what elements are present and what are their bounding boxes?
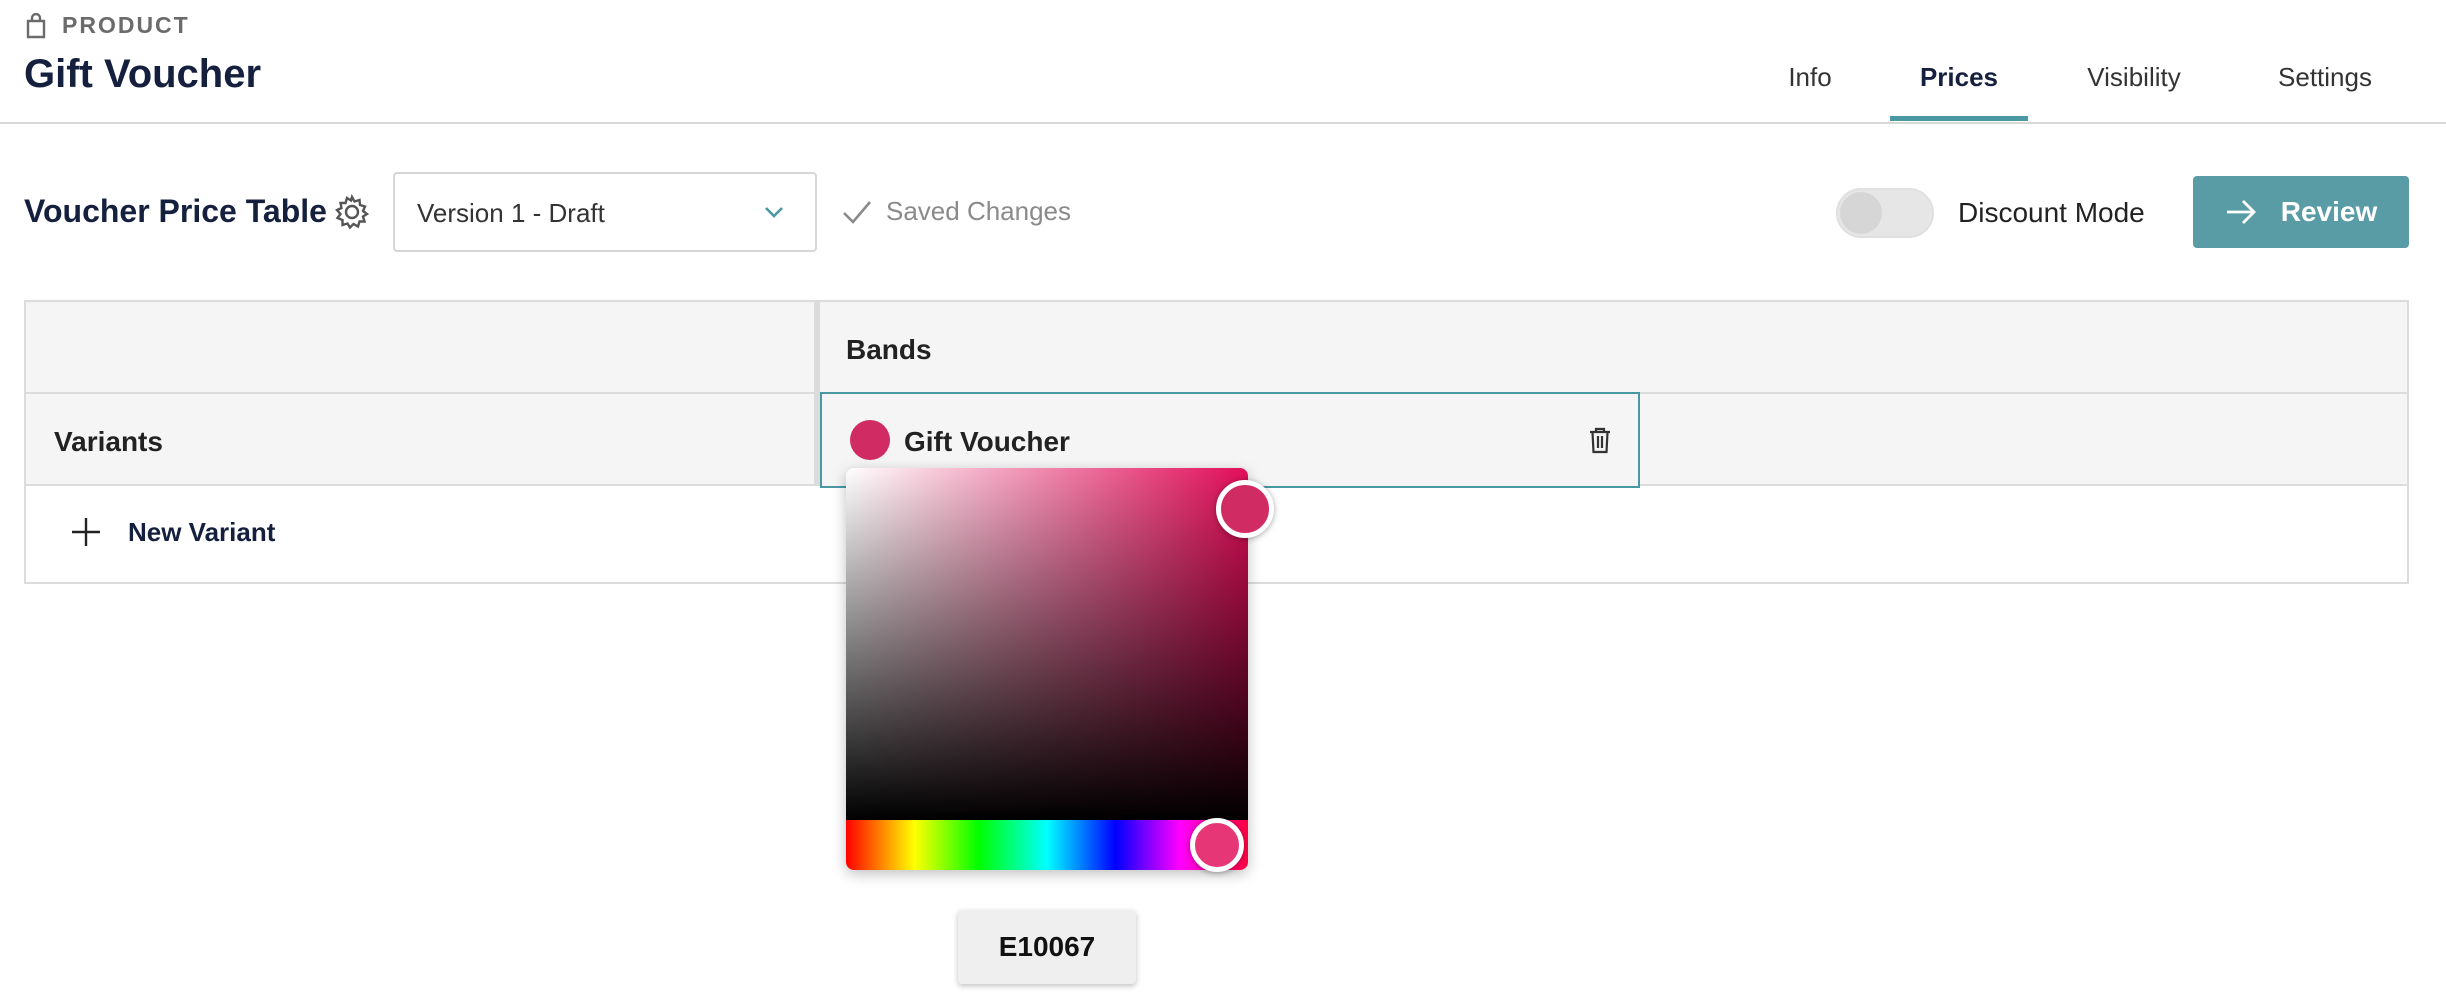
review-button[interactable]: Review	[2193, 176, 2409, 248]
tab-visibility[interactable]: Visibility	[2070, 62, 2198, 122]
tab-settings[interactable]: Settings	[2266, 62, 2384, 122]
saturation-area[interactable]	[846, 468, 1248, 820]
hue-slider[interactable]	[846, 820, 1248, 870]
product-eyebrow: PRODUCT	[24, 12, 190, 39]
page-title: Gift Voucher	[24, 52, 262, 96]
bands-header: Bands	[846, 334, 932, 365]
check-icon	[843, 200, 871, 224]
bands-header-row	[26, 302, 2407, 394]
discount-mode-label: Discount Mode	[1958, 197, 2145, 228]
section-title: Voucher Price Table	[24, 193, 327, 229]
review-button-label: Review	[2280, 196, 2378, 227]
gear-icon[interactable]	[334, 194, 370, 230]
new-variant-label: New Variant	[128, 516, 276, 547]
saved-status: Saved Changes	[842, 196, 1071, 227]
new-variant-button[interactable]: New Variant	[70, 516, 275, 548]
tab-prices[interactable]: Prices	[1890, 62, 2028, 122]
saturation-handle[interactable]	[1216, 480, 1274, 538]
saved-status-text: Saved Changes	[886, 196, 1072, 226]
hue-handle[interactable]	[1190, 818, 1244, 872]
tab-info[interactable]: Info	[1770, 62, 1850, 122]
band-color-swatch[interactable]	[850, 420, 890, 460]
chevron-down-icon	[765, 207, 783, 218]
page-header: PRODUCT Gift Voucher Info Prices Visibil…	[0, 0, 2446, 124]
band-name: Gift Voucher	[904, 426, 1070, 457]
eyebrow-label: PRODUCT	[62, 12, 190, 38]
variants-header: Variants	[54, 426, 163, 457]
trash-icon[interactable]	[1588, 426, 1612, 454]
plus-icon	[72, 518, 100, 546]
version-select[interactable]: Version 1 - Draft	[393, 172, 817, 252]
toggle-knob	[1840, 192, 1882, 234]
active-tab-indicator	[1890, 116, 2028, 121]
hex-input[interactable]: E10067	[958, 910, 1136, 984]
discount-mode-toggle[interactable]	[1836, 188, 1934, 238]
version-select-value: Version 1 - Draft	[417, 198, 605, 228]
color-picker	[846, 468, 1274, 872]
arrow-right-icon	[2226, 200, 2256, 224]
shopping-bag-icon	[26, 12, 46, 38]
